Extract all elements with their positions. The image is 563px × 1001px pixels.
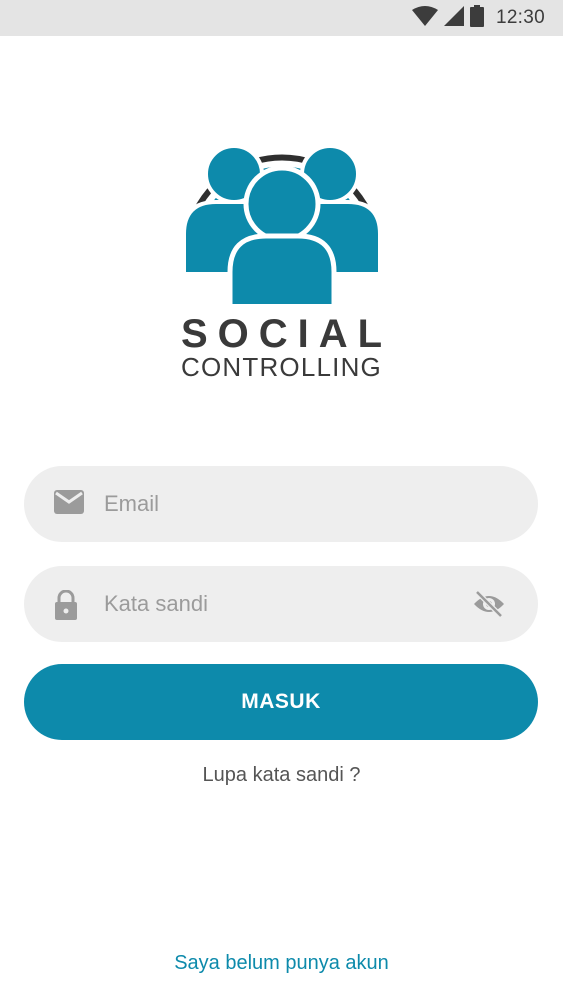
password-input[interactable] xyxy=(104,566,464,642)
email-field[interactable] xyxy=(24,466,538,542)
lock-icon xyxy=(54,589,84,620)
forgot-password-link[interactable]: Lupa kata sandi ? xyxy=(0,764,563,787)
brand-title: SOCIAL xyxy=(180,312,393,356)
app-logo xyxy=(172,104,392,311)
login-button[interactable]: MASUK xyxy=(24,664,538,740)
register-link[interactable]: Saya belum punya akun xyxy=(0,952,563,975)
email-input[interactable] xyxy=(104,466,464,542)
battery-icon xyxy=(469,4,484,32)
status-time: 12:30 xyxy=(495,7,545,28)
wifi-icon xyxy=(411,5,438,31)
status-bar: 12:30 xyxy=(0,0,563,36)
mail-icon xyxy=(54,490,84,518)
eye-off-icon[interactable] xyxy=(472,590,506,618)
password-field[interactable] xyxy=(24,566,538,642)
signal-icon xyxy=(443,5,464,31)
brand-subtitle: CONTROLLING xyxy=(180,352,382,382)
